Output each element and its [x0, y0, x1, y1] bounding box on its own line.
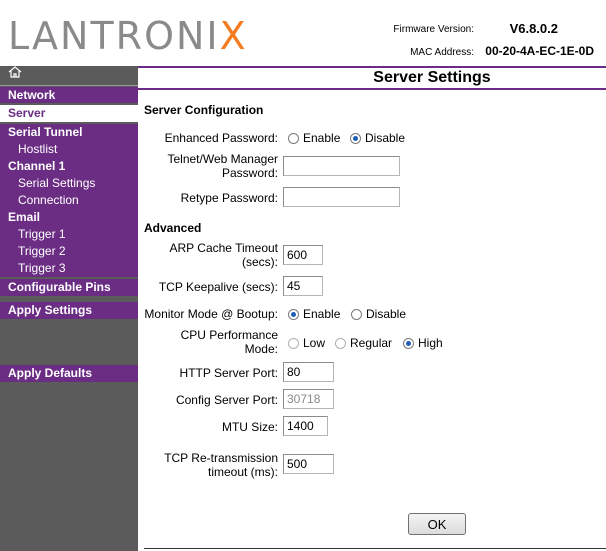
sidebar-home[interactable] — [0, 66, 138, 86]
sidebar-item-apply-settings[interactable]: Apply Settings — [0, 302, 138, 319]
cpu-high-radio[interactable] — [403, 337, 414, 349]
enhanced-password-label: Enhanced Password: — [164, 131, 278, 145]
sidebar-item-network[interactable]: Network — [0, 87, 138, 103]
tcp-keepalive-label: TCP Keepalive (secs): — [158, 280, 278, 294]
lantronix-logo: LANTRONIX — [8, 14, 248, 58]
server-config-heading: Server Configuration — [144, 103, 264, 117]
cpu-performance-label: CPU Performance Mode: — [180, 328, 278, 356]
sidebar-item-trigger1[interactable]: Trigger 1 — [0, 226, 138, 243]
monitor-mode-enable-radio[interactable] — [288, 308, 299, 320]
http-port-label: HTTP Server Port: — [179, 366, 278, 380]
enhanced-password-disable-radio[interactable] — [350, 132, 361, 144]
tcp-keepalive-input[interactable] — [283, 276, 323, 296]
arp-cache-input[interactable] — [283, 245, 323, 265]
monitor-mode-label: Monitor Mode @ Bootup: — [144, 307, 278, 321]
header: LANTRONIX Firmware Version: V6.8.0.2 MAC… — [0, 0, 606, 66]
sidebar-item-trigger2[interactable]: Trigger 2 — [0, 243, 138, 260]
sidebar: Network Server Serial Tunnel Hostlist Ch… — [0, 66, 138, 551]
config-port-input — [283, 389, 334, 409]
monitor-mode-enable-option[interactable]: Enable — [288, 307, 340, 321]
firmware-value: V6.8.0.2 — [509, 21, 558, 36]
monitor-mode-disable-option[interactable]: Disable — [351, 307, 406, 321]
bottom-divider — [144, 548, 606, 549]
sidebar-item-configurable-pins[interactable]: Configurable Pins — [0, 279, 138, 296]
mac-label: MAC Address: — [410, 47, 474, 58]
enhanced-password-enable-option[interactable]: Enable — [288, 131, 340, 145]
sidebar-item-email[interactable]: Email — [0, 209, 138, 226]
arp-cache-label: ARP Cache Timeout (secs): — [169, 241, 279, 269]
cpu-high-option[interactable]: High — [403, 336, 443, 350]
http-port-input[interactable] — [283, 362, 334, 382]
mtu-size-label: MTU Size: — [221, 420, 278, 434]
sidebar-item-server[interactable]: Server — [0, 105, 138, 122]
advanced-heading: Advanced — [144, 221, 202, 235]
telnet-password-input[interactable] — [283, 156, 400, 176]
mtu-size-input[interactable] — [283, 416, 328, 436]
home-icon[interactable] — [8, 66, 22, 81]
cpu-low-radio[interactable] — [288, 337, 299, 349]
retransmission-timeout-input[interactable] — [283, 454, 334, 474]
retype-password-input[interactable] — [283, 187, 400, 207]
page-title: Server Settings — [373, 69, 491, 86]
sidebar-item-channel1[interactable]: Channel 1 — [0, 158, 138, 175]
cpu-low-option[interactable]: Low — [288, 336, 325, 350]
config-port-label: Config Server Port: — [175, 393, 278, 407]
cpu-regular-option[interactable]: Regular — [335, 336, 392, 350]
enhanced-password-enable-radio[interactable] — [288, 132, 299, 144]
ok-button[interactable]: OK — [408, 513, 466, 535]
mac-value: 00-20-4A-EC-1E-0D — [485, 44, 594, 58]
sidebar-item-serial-settings[interactable]: Serial Settings — [0, 175, 138, 192]
title-bar: Server Settings — [138, 66, 606, 90]
sidebar-item-trigger3[interactable]: Trigger 3 — [0, 260, 138, 277]
enhanced-password-disable-option[interactable]: Disable — [350, 131, 405, 145]
sidebar-item-apply-defaults[interactable]: Apply Defaults — [0, 365, 138, 382]
retransmission-timeout-label: TCP Re-transmission timeout (ms): — [164, 451, 278, 479]
retype-password-label: Retype Password: — [180, 191, 278, 205]
firmware-label: Firmware Version: — [393, 24, 474, 35]
telnet-password-label: Telnet/Web Manager Password: — [167, 152, 278, 180]
sidebar-item-hostlist[interactable]: Hostlist — [0, 141, 138, 158]
monitor-mode-disable-radio[interactable] — [351, 308, 362, 320]
sidebar-item-connection[interactable]: Connection — [0, 192, 138, 209]
cpu-regular-radio[interactable] — [335, 337, 346, 349]
sidebar-item-serial-tunnel[interactable]: Serial Tunnel — [0, 124, 138, 141]
